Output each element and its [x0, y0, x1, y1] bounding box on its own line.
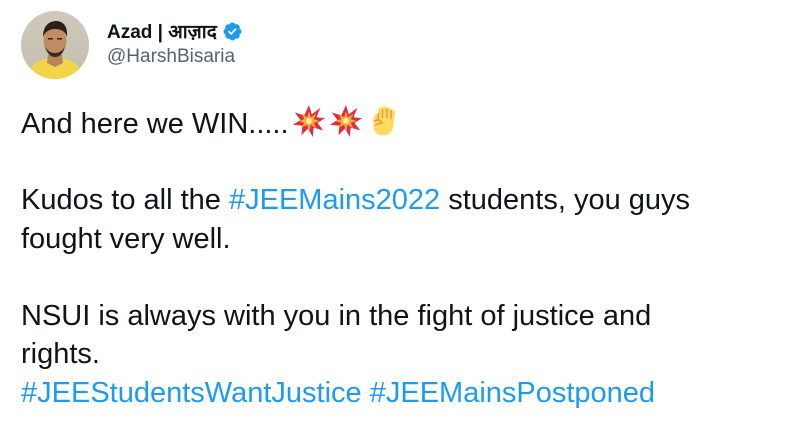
- tweet-header: Azad | आज़ाद @HarshBisaria: [21, 11, 243, 81]
- verified-badge-icon: [222, 21, 243, 42]
- tweet-line-3: fought very well.: [21, 222, 231, 255]
- collision-emoji-icon: [292, 104, 326, 138]
- avatar-image: [21, 11, 89, 79]
- tweet-line-1: And here we WIN.....: [21, 104, 786, 143]
- avatar[interactable]: [21, 11, 89, 79]
- hashtag-jeestudentswantjustice-link[interactable]: #JEEStudentsWantJustice: [21, 377, 362, 409]
- raised-fist-icon: [366, 104, 400, 138]
- tweet-card: Azad | आज़ाद @HarshBisaria And here we W…: [0, 0, 794, 436]
- tweet-line-1-text: And here we WIN.....: [21, 108, 289, 140]
- hashtag-jeemainspostponed-link[interactable]: #JEEMainsPostponed: [370, 377, 655, 409]
- tweet-line-2-suffix: students, you guys: [440, 184, 691, 216]
- collision-emoji-icon: [329, 104, 363, 138]
- tweet-line-4: NSUI is always with you in the fight of …: [21, 299, 652, 332]
- tweet-line-2-prefix: Kudos to all the: [21, 184, 229, 216]
- name-row: Azad | आज़ाद: [107, 19, 243, 43]
- tweet-line-5: rights.: [21, 338, 100, 370]
- display-name[interactable]: Azad | आज़ाद: [107, 18, 217, 44]
- tweet-line-6: #JEEStudentsWantJustice #JEEMainsPostpon…: [21, 374, 786, 413]
- hashtag-jeemains2022-link[interactable]: #JEEMains2022: [229, 184, 440, 216]
- tweet-line-2: Kudos to all the #JEEMains2022 students,…: [21, 181, 786, 220]
- user-handle[interactable]: @HarshBisaria: [107, 46, 243, 68]
- user-info: Azad | आज़ाद @HarshBisaria: [107, 19, 243, 68]
- tweet-text: And here we WIN..... Kudos to all the #J…: [21, 104, 786, 412]
